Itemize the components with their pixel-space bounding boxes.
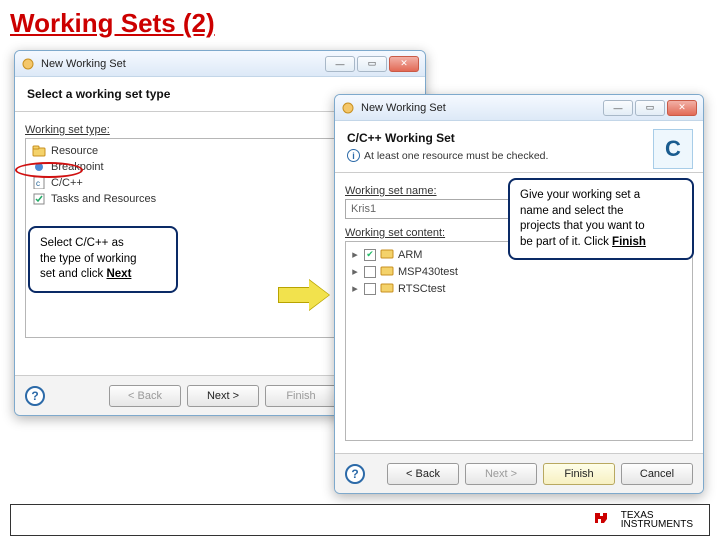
list-item-label: C/C++ bbox=[51, 177, 83, 189]
highlight-oval bbox=[15, 162, 83, 178]
window-title: New Working Set bbox=[41, 58, 126, 70]
app-icon bbox=[21, 57, 35, 71]
window-new-working-set-2: New Working Set — ▭ ✕ C/C++ Working Set … bbox=[334, 94, 704, 494]
help-button[interactable]: ? bbox=[25, 386, 45, 406]
window-buttons: — ▭ ✕ bbox=[325, 56, 419, 72]
arrow-right-icon bbox=[278, 280, 330, 310]
project-icon bbox=[380, 264, 394, 279]
window-title: New Working Set bbox=[361, 102, 446, 114]
checkbox[interactable]: ✔ bbox=[364, 249, 376, 261]
callout-line: the type of working bbox=[40, 253, 137, 265]
next-button[interactable]: Next > bbox=[465, 463, 537, 485]
ti-chip-icon bbox=[593, 509, 615, 532]
minimize-button[interactable]: — bbox=[325, 56, 355, 72]
tree-item-label: RTSCtest bbox=[398, 283, 445, 295]
maximize-button[interactable]: ▭ bbox=[357, 56, 387, 72]
minimize-button[interactable]: — bbox=[603, 100, 633, 116]
callout-select-type: Select C/C++ as the type of working set … bbox=[28, 226, 178, 293]
wizard-header-sub-text: At least one resource must be checked. bbox=[364, 150, 548, 162]
ti-brand-line2: INSTRUMENTS bbox=[621, 520, 693, 530]
next-button[interactable]: Next > bbox=[187, 385, 259, 407]
c-language-icon: C bbox=[653, 129, 693, 169]
callout-line: Give your working set a bbox=[520, 189, 640, 201]
project-icon bbox=[380, 281, 394, 296]
project-icon bbox=[380, 247, 394, 262]
cancel-button[interactable]: Cancel bbox=[621, 463, 693, 485]
svg-text:c: c bbox=[36, 179, 40, 188]
button-bar: ? < Back Next > Finish Cancel bbox=[335, 453, 703, 493]
expand-icon[interactable]: ▸ bbox=[350, 267, 360, 277]
checkbox[interactable] bbox=[364, 266, 376, 278]
callout-name-set: Give your working set a name and select … bbox=[508, 178, 694, 260]
callout-line: set and click bbox=[40, 268, 106, 280]
finish-button[interactable]: Finish bbox=[265, 385, 337, 407]
c-file-icon: c bbox=[32, 177, 46, 189]
close-button[interactable]: ✕ bbox=[667, 100, 697, 116]
content-tree[interactable]: ▸ ✔ ARM ▸ MSP430test ▸ RTSCtest bbox=[345, 241, 693, 441]
finish-button[interactable]: Finish bbox=[543, 463, 615, 485]
tree-item-rtsc[interactable]: ▸ RTSCtest bbox=[348, 280, 690, 297]
titlebar[interactable]: New Working Set — ▭ ✕ bbox=[335, 95, 703, 121]
wizard-header-title: C/C++ Working Set bbox=[347, 131, 691, 145]
help-button[interactable]: ? bbox=[345, 464, 365, 484]
callout-line: Select C/C++ as bbox=[40, 237, 124, 249]
window-buttons: — ▭ ✕ bbox=[603, 100, 697, 116]
wizard-header: C/C++ Working Set i At least one resourc… bbox=[335, 121, 703, 173]
callout-line: projects that you want to bbox=[520, 220, 645, 232]
info-icon: i bbox=[347, 149, 360, 162]
tree-item-msp430[interactable]: ▸ MSP430test bbox=[348, 263, 690, 280]
tree-item-label: ARM bbox=[398, 249, 422, 261]
tasks-icon bbox=[32, 193, 46, 205]
callout-line: name and select the bbox=[520, 205, 624, 217]
wizard-header-sub: i At least one resource must be checked. bbox=[347, 149, 691, 162]
titlebar[interactable]: New Working Set — ▭ ✕ bbox=[15, 51, 425, 77]
slide-title: Working Sets (2) bbox=[0, 0, 720, 43]
callout-line: be part of it. Click bbox=[520, 236, 612, 248]
slide-footer: TEXAS INSTRUMENTS bbox=[10, 504, 710, 536]
list-item-label: Tasks and Resources bbox=[51, 193, 156, 205]
tree-item-label: MSP430test bbox=[398, 266, 458, 278]
maximize-button[interactable]: ▭ bbox=[635, 100, 665, 116]
back-button[interactable]: < Back bbox=[387, 463, 459, 485]
close-button[interactable]: ✕ bbox=[389, 56, 419, 72]
callout-keyword: Finish bbox=[612, 236, 646, 248]
expand-icon[interactable]: ▸ bbox=[350, 250, 360, 260]
folder-icon bbox=[32, 145, 46, 157]
list-item-label: Resource bbox=[51, 145, 98, 157]
expand-icon[interactable]: ▸ bbox=[350, 284, 360, 294]
app-icon bbox=[341, 101, 355, 115]
back-button[interactable]: < Back bbox=[109, 385, 181, 407]
ti-logo: TEXAS INSTRUMENTS bbox=[593, 509, 693, 532]
callout-keyword: Next bbox=[106, 268, 131, 280]
checkbox[interactable] bbox=[364, 283, 376, 295]
